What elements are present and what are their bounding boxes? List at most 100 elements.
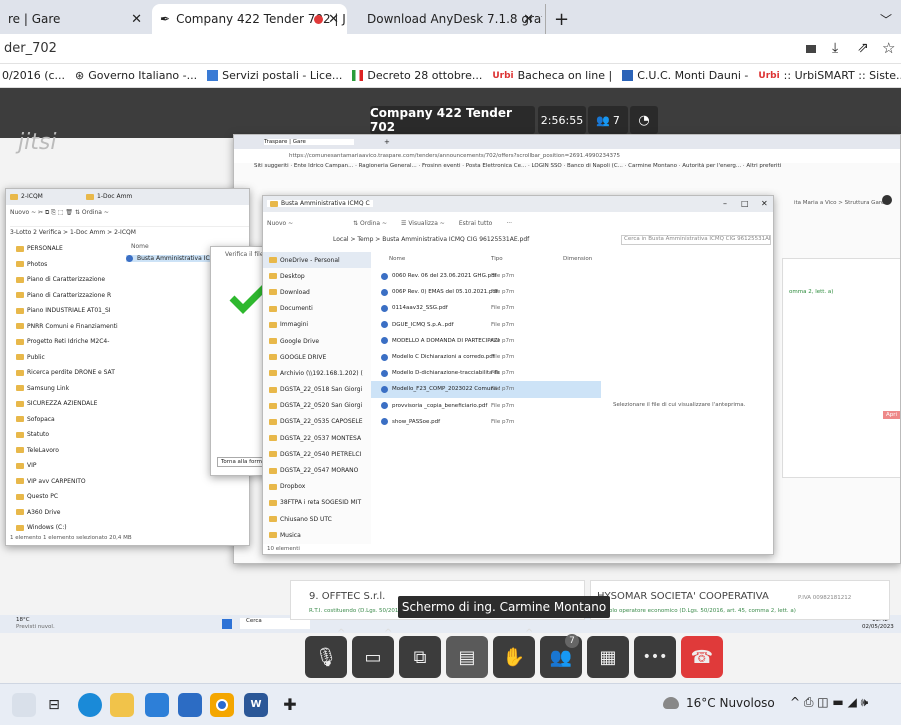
file-row[interactable]: DGUE_ICMQ S.p.A..pdf File p7m bbox=[371, 317, 601, 333]
download-icon[interactable]: ⤓ bbox=[832, 40, 838, 56]
explorer2-path[interactable]: Local > Temp > Busta Amministrativa ICMQ… bbox=[333, 236, 593, 243]
nav-item[interactable]: Ricerca perdite DRONE e SAT bbox=[16, 365, 124, 381]
camera-button[interactable]: ▭ bbox=[352, 636, 394, 678]
maximize-icon[interactable]: □ bbox=[741, 199, 749, 208]
explorer1-toolbar[interactable]: Nuovo ~ ✂ ⧉ ⎘ ⬚ 🗑 ⇅ Ordina ~ bbox=[10, 209, 249, 217]
file-row[interactable]: 006P Rev. 0) EMAS del 05.10.2021.pdf File… bbox=[371, 284, 601, 300]
chrome-icon[interactable] bbox=[210, 693, 234, 717]
file-row[interactable]: 0060 Rev. 06 del 23.06.2021 GHG.pdf File … bbox=[371, 268, 601, 284]
browser-tab-company[interactable]: ✒ Company 422 Tender 702 | J ✕ bbox=[152, 4, 347, 34]
nav-item[interactable]: VIP avv CARPENITO bbox=[16, 474, 124, 490]
share-icon[interactable]: ⇗ bbox=[857, 40, 869, 56]
file-row[interactable]: Modello C Dichiarazioni a corredo.pdf Fil… bbox=[371, 349, 601, 365]
new-tab-icon[interactable]: + bbox=[384, 138, 390, 146]
nav-item[interactable]: Musica bbox=[263, 527, 371, 543]
edge-icon[interactable] bbox=[78, 693, 102, 717]
nav-item[interactable]: Google Drive bbox=[263, 333, 371, 349]
nav-item[interactable]: DGSTA_22_0520 San Giorgi bbox=[263, 398, 371, 414]
user-icon[interactable] bbox=[882, 195, 892, 205]
new-button[interactable]: Nuovo ~ bbox=[267, 220, 293, 227]
back-button[interactable]: Torna alla form bbox=[217, 457, 266, 467]
more-button[interactable]: ··· bbox=[506, 220, 512, 227]
share-screen-button[interactable]: ⧉ bbox=[399, 636, 441, 678]
inner-tab[interactable]: Traspare | Gare bbox=[264, 139, 354, 145]
chevron-up-icon[interactable]: ^ bbox=[384, 628, 392, 639]
file-row[interactable]: show_PASSoe.pdf File p7m bbox=[371, 414, 601, 430]
chat-button[interactable]: ▤ bbox=[446, 636, 488, 678]
file-explorer-icon[interactable] bbox=[110, 693, 134, 717]
nav-item[interactable]: A360 Drive bbox=[16, 505, 124, 521]
nav-item[interactable]: Progetto Reti Idriche M2C4- bbox=[16, 334, 124, 350]
shield-icon[interactable]: ✚ bbox=[278, 693, 302, 717]
nav-item[interactable]: DGSTA_22_0547 MORANO bbox=[263, 462, 371, 478]
file-row[interactable]: Modello_F23_COMP_2023022 Comuna Santa ..… bbox=[371, 381, 601, 398]
nav-item[interactable]: Piano INDUSTRIALE AT01_SI bbox=[16, 303, 124, 319]
explorer1-path[interactable]: 3-Lotto 2 Verifica > 1-Doc Amm > 2-ICQM bbox=[10, 226, 249, 236]
bookmark-item[interactable]: Decreto 28 ottobre... bbox=[352, 69, 482, 82]
offer-card-2[interactable]: HYSOMAR SOCIETA' COOPERATIVA P.IVA 00982… bbox=[590, 580, 890, 620]
performance-icon[interactable]: ◔ bbox=[630, 106, 658, 134]
nav-item[interactable]: DGSTA_22_0518 San Giorgi bbox=[263, 382, 371, 398]
nav-item[interactable]: PNRR Comuni e Finanziamenti bbox=[16, 319, 124, 335]
nav-item[interactable]: Desktop bbox=[263, 268, 371, 284]
file-row[interactable]: 0114aav32_SSG.pdf File p7m bbox=[371, 300, 601, 316]
explorer1-column-name[interactable]: Nome bbox=[131, 243, 149, 250]
bookmark-item[interactable]: C.U.C. Monti Dauni - bbox=[622, 69, 748, 82]
nav-item[interactable]: Public bbox=[16, 350, 124, 366]
participants-button[interactable]: 👥 7 bbox=[540, 634, 582, 678]
nav-item[interactable]: Windows (C:) bbox=[16, 520, 124, 536]
inner-panel-link[interactable]: omma 2, lett. a) bbox=[789, 289, 833, 295]
assistant-icon[interactable] bbox=[12, 693, 36, 717]
nav-item[interactable]: DGSTA_22_0535 CAPOSELE bbox=[263, 414, 371, 430]
participants-count[interactable]: 👥 7 bbox=[588, 106, 628, 134]
nav-item[interactable]: GOOGLE DRIVE bbox=[263, 349, 371, 365]
file-row[interactable]: Modello D-dichiarazione-tracciabilita-fl… bbox=[371, 365, 601, 381]
close-icon[interactable]: ✕ bbox=[328, 12, 339, 27]
explorer2-column-type[interactable]: Tipo bbox=[491, 256, 503, 262]
chevron-up-icon[interactable]: ^ bbox=[337, 628, 345, 639]
file-row[interactable]: provvisoria _copia_beneficiario.pdf File … bbox=[371, 398, 601, 414]
system-tray[interactable]: ^ ⎙ ◫ ▬ ◢ 🕪 bbox=[790, 695, 868, 710]
nav-item[interactable]: Samsung Link bbox=[16, 381, 124, 397]
hangup-button[interactable]: ☎ bbox=[681, 636, 723, 678]
nav-item[interactable]: DGSTA_22_0537 MONTESA bbox=[263, 430, 371, 446]
tile-view-button[interactable]: ▦ bbox=[587, 636, 629, 678]
task-view-icon[interactable]: ⊟ bbox=[42, 693, 66, 717]
chevron-down-icon[interactable]: ﹀ bbox=[872, 4, 898, 34]
close-icon[interactable]: ✕ bbox=[523, 12, 534, 27]
nav-item[interactable]: DGSTA_22_0540 PIETRELCI bbox=[263, 446, 371, 462]
nav-item[interactable]: TeleLavoro bbox=[16, 443, 124, 459]
close-icon[interactable]: ✕ bbox=[761, 199, 768, 208]
nav-item[interactable]: Questo PC bbox=[16, 489, 124, 505]
close-icon[interactable]: ✕ bbox=[131, 12, 142, 27]
nav-item[interactable]: Download bbox=[263, 284, 371, 300]
sort-button[interactable]: ⇅ Ordina ~ bbox=[353, 220, 387, 227]
nav-item[interactable]: Piano di Caratterizzazione R bbox=[16, 288, 124, 304]
chevron-up-icon[interactable]: ^ bbox=[525, 628, 533, 639]
nav-item[interactable]: Piano di Caratterizzazione bbox=[16, 272, 124, 288]
mail-icon[interactable] bbox=[178, 693, 202, 717]
new-tab-button[interactable]: + bbox=[545, 4, 575, 34]
weather-text[interactable]: 16°C Nuvoloso bbox=[686, 696, 775, 710]
word-icon[interactable]: W bbox=[244, 693, 268, 717]
bookmark-item[interactable]: 0/2016 (c... bbox=[2, 69, 65, 82]
explorer2-tab[interactable]: Busta Amministrativa ICMQ C bbox=[267, 200, 373, 207]
bookmark-item[interactable]: Urbi Bacheca on line | bbox=[492, 69, 612, 82]
nav-item[interactable]: Documenti bbox=[263, 301, 371, 317]
browser-tab-gare[interactable]: re | Gare ✕ bbox=[0, 4, 150, 34]
cast-icon[interactable] bbox=[806, 45, 816, 53]
star-icon[interactable]: ☆ bbox=[882, 39, 895, 57]
explorer1-tab[interactable]: 2-ICQM bbox=[10, 193, 43, 200]
bookmark-item[interactable]: Urbi:: UrbiSMART :: Siste... bbox=[758, 69, 901, 82]
explorer2-column-name[interactable]: Nome bbox=[389, 256, 405, 262]
bookmark-item[interactable]: ⊛ Governo Italiano -... bbox=[75, 69, 197, 82]
more-options-button[interactable]: ••• bbox=[634, 636, 676, 678]
nav-item[interactable]: OneDrive - Personal bbox=[263, 252, 371, 269]
nav-item[interactable]: Dropbox bbox=[263, 479, 371, 495]
minimize-icon[interactable]: – bbox=[723, 199, 727, 208]
nav-item[interactable]: Chiusano SD UTC bbox=[263, 511, 371, 527]
url-text[interactable]: der_702 bbox=[4, 41, 57, 56]
nav-item[interactable]: PERSONALE bbox=[16, 241, 124, 257]
nav-item[interactable]: Photos bbox=[16, 257, 124, 273]
explorer2-search[interactable]: Cerca in Busta Amministrativa ICMQ CIG 9… bbox=[621, 235, 771, 245]
